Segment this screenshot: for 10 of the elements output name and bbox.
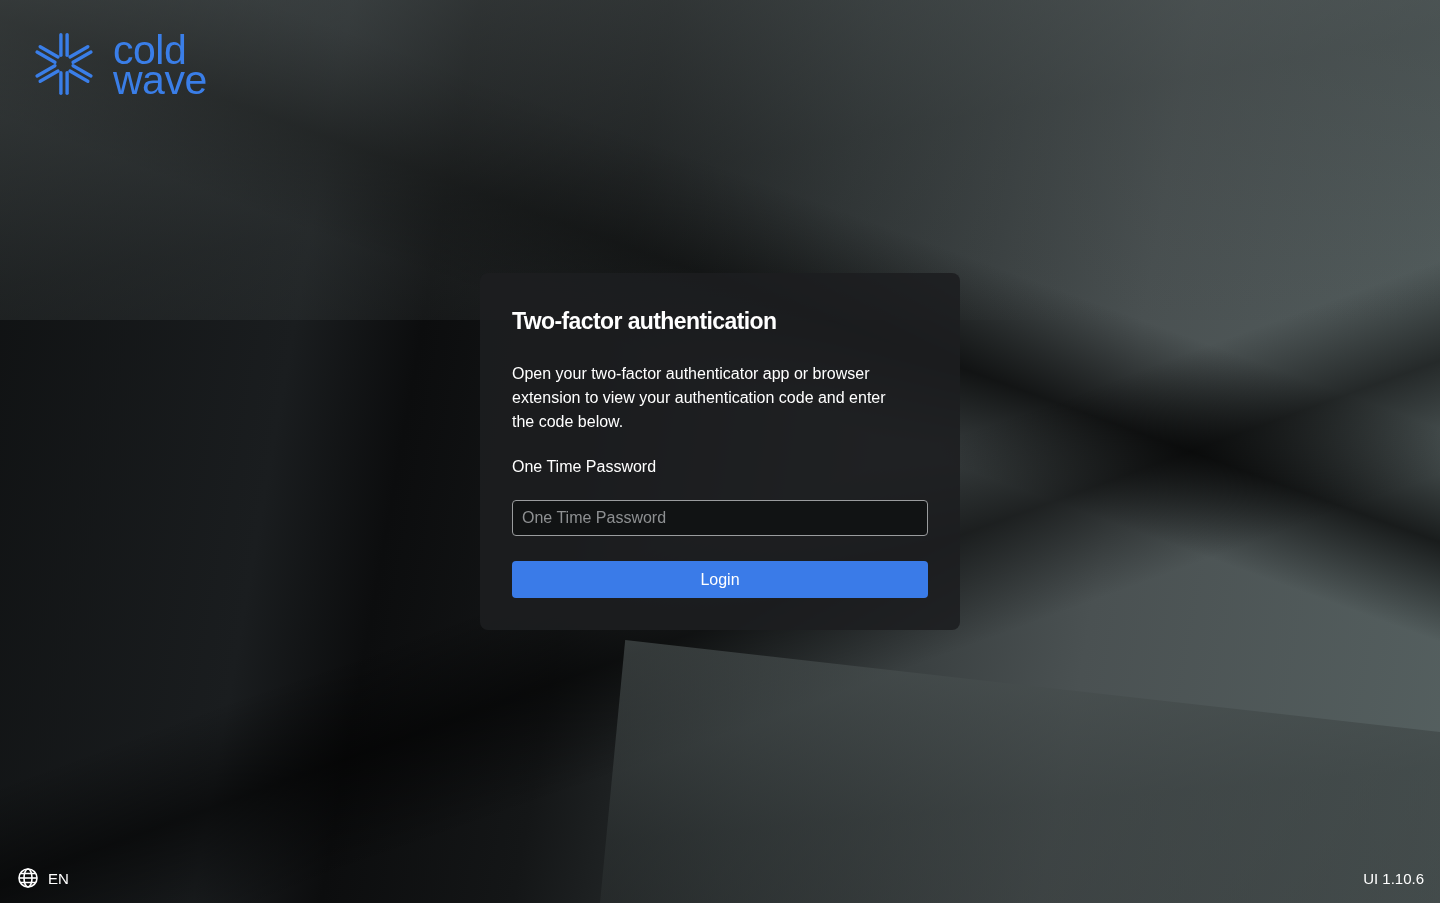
instructions-text: Open your two-factor authenticator app or browser extension to view your authentication code and enter the code below. — [512, 364, 887, 432]
language-selector[interactable]: EN — [18, 868, 69, 888]
password-input-field[interactable]: One Time Password — [512, 500, 928, 536]
globe-icon — [18, 868, 38, 888]
card-title: Two-factor authentication — [512, 307, 778, 336]
login-button[interactable]: Login — [512, 561, 928, 598]
snowflake-logo-icon — [32, 32, 96, 96]
version-label: UI 1.10.6 — [1363, 869, 1424, 887]
logo-wordmark: cold wave — [113, 35, 207, 95]
field-label: One Time Password — [512, 457, 658, 477]
